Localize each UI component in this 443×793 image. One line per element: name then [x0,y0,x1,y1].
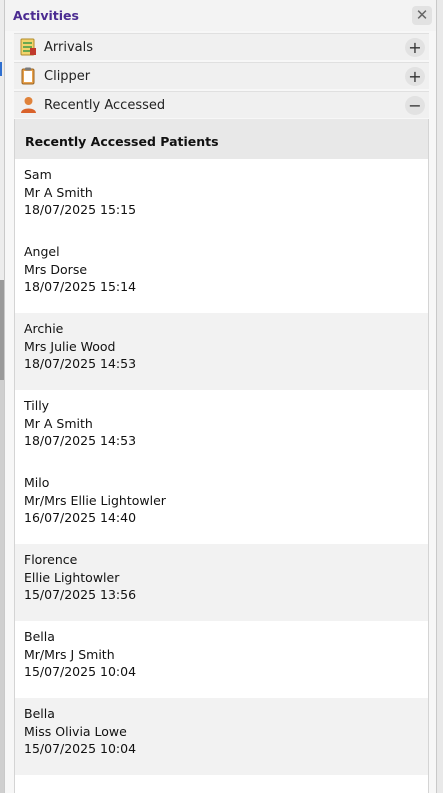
list-item[interactable]: Sam Mr A Smith 18/07/2025 15:15 [15,159,428,236]
patient-name: Milo [24,475,50,490]
section-clipper[interactable]: Clipper + [14,62,429,89]
collapse-icon[interactable]: − [405,96,425,115]
activities-panel: Activities ✕ Arrivals + Clipper + Recent… [4,0,437,793]
list-item[interactable]: Tilly Mr A Smith 18/07/2025 14:53 [15,390,428,467]
person-icon [20,96,37,114]
section-label: Arrivals [44,40,94,55]
close-button[interactable]: ✕ [412,6,432,25]
owner-name: Mrs Dorse [24,261,88,277]
owner-name: Mr A Smith [24,415,93,431]
owner-name: Miss Olivia Lowe [24,723,127,739]
list-item[interactable]: Bella Miss Olivia Lowe 15/07/2025 10:04 [15,698,428,775]
arrivals-list-icon [20,38,37,56]
list-item[interactable]: Bella Mr/Mrs J Smith 15/07/2025 10:04 [15,621,428,698]
owner-name: Mr/Mrs J Smith [24,646,115,662]
list-item[interactable]: Angel Mrs Dorse 18/07/2025 15:14 [15,236,428,313]
owner-name: Ellie Lightowler [24,569,120,585]
patient-name: Angel [24,244,60,259]
list-item[interactable]: Archie Mrs Julie Wood 18/07/2025 14:53 [15,313,428,390]
panel-title: Activities [13,8,79,23]
accessed-datetime: 15/07/2025 10:04 [24,741,137,756]
section-label: Clipper [44,69,91,84]
accessed-datetime: 16/07/2025 14:40 [24,510,137,525]
patient-name: Florence [24,552,78,567]
list-item[interactable]: Milo Mr/Mrs Ellie Lightowler 16/07/2025 … [15,467,428,544]
patient-name: Sam [24,167,52,182]
section-recently-accessed[interactable]: Recently Accessed − [14,91,429,118]
clipboard-icon [20,67,37,85]
accessed-datetime: 15/07/2025 10:04 [24,664,137,679]
recent-patients-list: Recently Accessed Patients Sam Mr A Smit… [14,119,429,793]
patient-name: Archie [24,321,64,336]
list-item[interactable]: Florence Ellie Lightowler 15/07/2025 13:… [15,544,428,621]
accessed-datetime: 18/07/2025 14:53 [24,356,137,371]
patient-name: Bella [24,629,55,644]
owner-name: Mr/Mrs Ellie Lightowler [24,492,166,508]
accessed-datetime: 18/07/2025 15:15 [24,202,137,217]
section-arrivals[interactable]: Arrivals + [14,33,429,60]
patient-name: Bella [24,706,55,721]
close-icon: ✕ [415,6,429,24]
accessed-datetime: 18/07/2025 15:14 [24,279,137,294]
expand-icon[interactable]: + [405,67,425,86]
accessed-datetime: 18/07/2025 14:53 [24,433,137,448]
list-header: Recently Accessed Patients [15,119,428,159]
section-label: Recently Accessed [44,98,166,113]
expand-icon[interactable]: + [405,38,425,57]
owner-name: Mr A Smith [24,184,93,200]
patient-name: Tilly [24,398,50,413]
background-app-edge-right [437,0,443,793]
owner-name: Mrs Julie Wood [24,338,116,354]
accessed-datetime: 15/07/2025 13:56 [24,587,137,602]
panel-header: Activities ✕ [5,0,436,31]
